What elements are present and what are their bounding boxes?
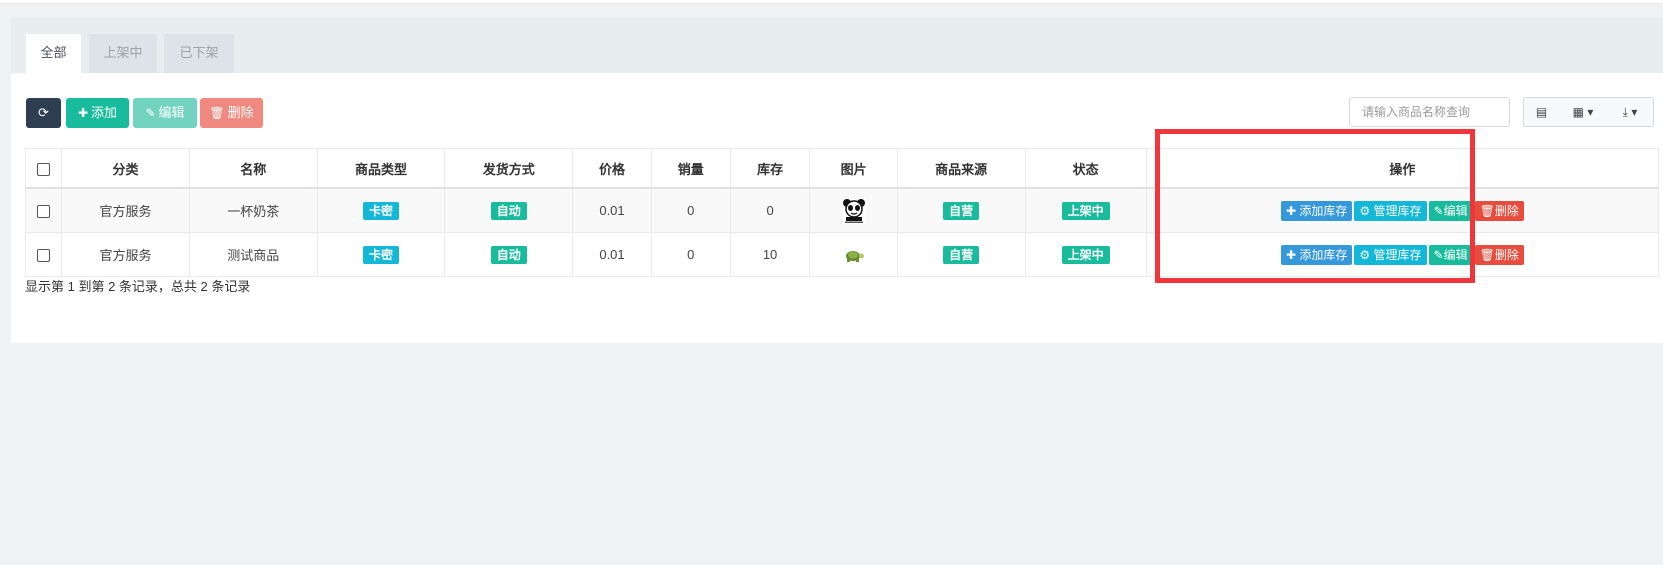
column-header[interactable]: 销量 [650,148,731,189]
select-all-checkbox[interactable] [37,162,51,176]
columns-dropdown-button[interactable]: ▦ ▾ [1559,97,1608,127]
price-cell: 0.01 [572,187,652,233]
trash-icon: 🗑 [1479,247,1495,262]
list-icon: ▤ [1535,105,1548,119]
export-dropdown-button[interactable]: ⤓ ▾ [1607,97,1654,127]
tab-all[interactable]: 全部 [26,34,81,73]
column-header[interactable]: 商品来源 [896,148,1026,189]
row-delete-button[interactable]: 🗑删除 [1474,244,1524,265]
column-header[interactable]: 分类 [61,148,190,189]
type-badge: 卡密 [363,245,400,264]
delete-button[interactable]: 🗑 删除 [200,98,263,128]
image-cell [809,232,898,277]
edit-button[interactable]: ✎ 编辑 [133,98,197,128]
row-delete-button[interactable]: 🗑删除 [1474,200,1524,221]
refresh-icon: ⟳ [38,105,49,120]
column-header[interactable]: 发货方式 [444,148,574,189]
select-all-cell[interactable] [24,148,63,189]
caret-down-icon: ▾ [1631,105,1638,119]
search-input[interactable] [1349,97,1510,127]
tab-off-sale[interactable]: 已下架 [164,34,234,73]
stock-cell: 10 [729,232,811,277]
category-cell: 官方服务 [61,232,190,277]
category-cell: 官方服务 [61,187,190,233]
row-checkbox[interactable] [37,249,51,263]
delete-button-label: 删除 [227,105,254,120]
pencil-icon: ✎ [145,106,156,120]
refresh-button[interactable]: ⟳ [26,98,61,128]
highlight-box [1155,129,1475,283]
column-header[interactable]: 名称 [188,148,318,189]
row-delete-label: 删除 [1494,203,1519,218]
type-badge: 卡密 [363,201,400,220]
name-cell: 一杯奶茶 [188,187,318,233]
edit-button-label: 编辑 [158,105,185,120]
column-header[interactable]: 状态 [1024,148,1147,189]
export-icon: ⤓ [1622,105,1628,119]
column-header[interactable]: 价格 [572,148,652,189]
add-button-label: 添加 [91,105,118,120]
column-header[interactable]: 商品类型 [316,148,446,189]
plus-icon: ✚ [77,106,89,120]
caret-down-icon: ▾ [1587,105,1594,119]
delivery-badge: 自动 [490,245,527,264]
grid-icon: ▦ [1572,105,1584,119]
pagination-info: 显示第 1 到第 2 条记录，总共 2 条记录 [25,279,251,294]
image-cell [809,187,898,233]
price-cell: 0.01 [572,232,652,277]
name-cell: 测试商品 [188,232,318,277]
sales-cell: 0 [650,232,731,277]
sales-cell: 0 [650,187,731,233]
delivery-badge: 自动 [490,201,527,220]
tab-bar: 全部 上架中 已下架 [11,18,1663,73]
add-button[interactable]: ✚ 添加 [66,98,129,128]
row-delete-label: 删除 [1494,247,1519,262]
column-header[interactable]: 库存 [729,148,811,189]
trash-icon: 🗑 [209,106,225,120]
panda-thumbnail[interactable] [841,197,866,224]
row-checkbox[interactable] [37,205,51,219]
top-strip [0,0,1663,4]
stock-cell: 0 [729,187,811,233]
column-header[interactable]: 图片 [809,148,898,189]
trash-icon: 🗑 [1479,203,1495,218]
turtle-thumbnail[interactable] [843,248,865,263]
tab-on-sale[interactable]: 上架中 [89,34,157,73]
toggle-view-button[interactable]: ▤ [1523,97,1560,127]
top-strip-inner [0,0,1663,4]
status-toggle[interactable]: 上架中 [1061,245,1110,264]
source-badge: 自营 [943,201,980,220]
status-toggle[interactable]: 上架中 [1061,201,1110,220]
source-badge: 自营 [943,245,980,264]
